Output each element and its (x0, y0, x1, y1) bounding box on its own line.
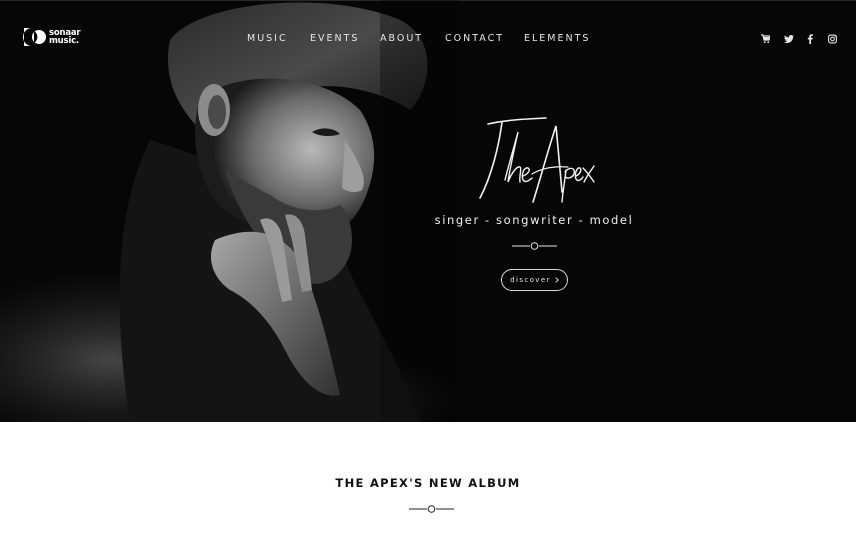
hero-divider-icon (512, 242, 557, 250)
hero-portrait-image (0, 0, 460, 422)
album-heading: THE APEX'S NEW ALBUM (335, 476, 521, 490)
nav-item-contact[interactable]: CONTACT (445, 33, 504, 44)
nav-item-events[interactable]: EVENTS (310, 33, 359, 44)
nav-item-about[interactable]: ABOUT (380, 33, 423, 44)
discover-button[interactable]: discover (501, 269, 568, 291)
discover-label: discover (510, 276, 551, 284)
main-navigation: MUSIC EVENTS ABOUT CONTACT ELEMENTS (0, 33, 856, 45)
album-section: THE APEX'S NEW ALBUM (0, 422, 856, 534)
cart-icon[interactable] (761, 33, 770, 45)
hero-tagline: singer - songwriter - model (434, 213, 634, 227)
nav-item-elements[interactable]: ELEMENTS (524, 33, 590, 44)
hero-section: sonaar music. MUSIC EVENTS ABOUT CONTACT… (0, 0, 856, 422)
facebook-icon[interactable] (807, 33, 813, 45)
hero-title-script (479, 117, 595, 203)
nav-item-music[interactable]: MUSIC (247, 33, 288, 44)
twitter-icon[interactable] (784, 33, 794, 45)
chevron-right-icon (555, 277, 559, 283)
instagram-icon[interactable] (828, 33, 837, 45)
album-divider-icon (409, 505, 454, 513)
